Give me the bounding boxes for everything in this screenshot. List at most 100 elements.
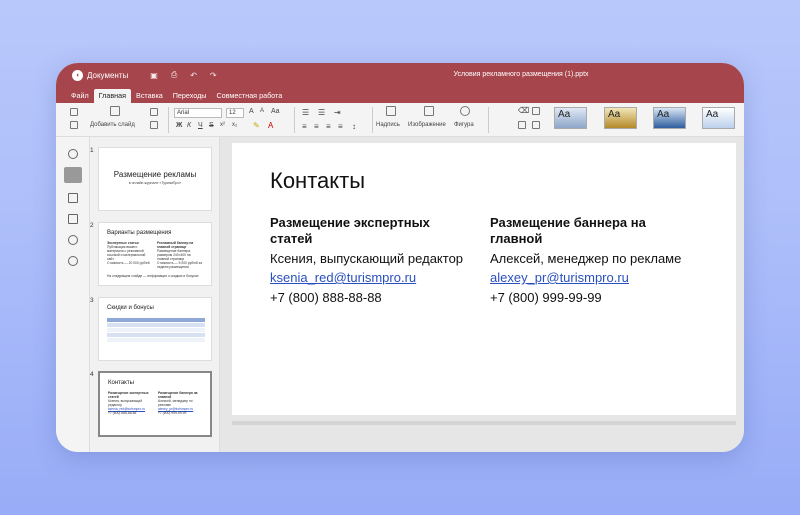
- theme-1[interactable]: Aa: [554, 107, 587, 129]
- add-slide-button[interactable]: Добавить слайд: [90, 122, 135, 128]
- thumb-col-2: Размещение баннера на главной Алексей, м…: [158, 391, 204, 415]
- align-center-icon[interactable]: ≡: [314, 122, 319, 131]
- slide-number: 1: [90, 147, 94, 154]
- shape-icon[interactable]: [460, 106, 470, 116]
- select-icon[interactable]: [532, 121, 540, 129]
- contact-name: Алексей, менеджер по рекламе: [490, 251, 682, 266]
- print-icon[interactable]: ⎙: [171, 70, 177, 80]
- font-family-select[interactable]: Arial: [174, 108, 222, 118]
- app-window: ◖ Документы ▣ ⎙ ↶ ↷ Условия рекламного р…: [56, 63, 744, 452]
- chat-icon[interactable]: [68, 214, 78, 224]
- textbox-icon[interactable]: [386, 106, 396, 116]
- slide-thumbnails: 1 Размещение рекламы в онлайн-журнале «Т…: [90, 137, 220, 452]
- thumb-col-text: Публикация вашего материала с рекламной …: [107, 245, 146, 261]
- align-objects-icon[interactable]: [518, 121, 526, 129]
- slide-editor: Контакты Размещение экспертных статей Кс…: [220, 137, 744, 452]
- add-slide-icon[interactable]: [110, 106, 120, 116]
- slide-thumbnail-2[interactable]: Варианты размещения Экспертные статьи Пу…: [98, 222, 212, 286]
- thumb-col-1: Экспертные статьи Публикация вашего мате…: [107, 241, 153, 265]
- align-right-icon[interactable]: ≡: [326, 122, 331, 131]
- superscript-icon[interactable]: x²: [220, 122, 225, 128]
- slide-title[interactable]: Контакты: [270, 168, 365, 194]
- contact-column-2[interactable]: Размещение баннера на главной Алексей, м…: [490, 215, 690, 309]
- tab-collaboration[interactable]: Совместная работа: [211, 89, 287, 103]
- font-grow-icon[interactable]: A: [249, 108, 254, 115]
- tab-transitions[interactable]: Переходы: [168, 89, 212, 103]
- indent-icon[interactable]: ⇥: [334, 108, 341, 117]
- comments-icon[interactable]: [68, 193, 78, 203]
- quick-access: ▣ ⎙ ↶ ↷: [150, 70, 216, 80]
- clear-format-icon[interactable]: ⌫: [518, 106, 529, 115]
- slide-number: 3: [90, 297, 94, 304]
- paste-icon[interactable]: [70, 121, 78, 129]
- search-icon[interactable]: [68, 149, 78, 159]
- contact-email-link[interactable]: ksenia_red@turismpro.ru: [270, 270, 470, 286]
- font-shrink-icon[interactable]: A: [260, 108, 264, 114]
- undo-icon[interactable]: ↶: [190, 71, 197, 80]
- slide-thumbnail-4[interactable]: Контакты Размещение экспертных статей Кс…: [98, 371, 212, 437]
- tab-home[interactable]: Главная: [93, 89, 132, 103]
- ribbon-tabs: Файл Главная Вставка Переходы Совместная…: [56, 87, 744, 103]
- italic-icon[interactable]: К: [187, 122, 191, 129]
- left-rail: [56, 137, 90, 452]
- shape-button[interactable]: Фигура: [454, 122, 474, 128]
- image-icon[interactable]: [424, 106, 434, 116]
- thumb-title: Размещение рекламы: [113, 170, 197, 179]
- thumb-col-name: Алексей, менеджер по рекламе: [158, 399, 193, 407]
- layout-icon[interactable]: [150, 108, 158, 116]
- slides-view-icon[interactable]: [64, 167, 82, 183]
- app-logo[interactable]: ◖ Документы: [72, 69, 129, 81]
- copy-icon[interactable]: [70, 108, 78, 116]
- theme-3[interactable]: Aa: [653, 107, 686, 129]
- theme-4[interactable]: Aa: [702, 107, 735, 129]
- thumb-col-price: Стоимость — 5 000 руб/ей за неделю разме…: [157, 261, 203, 269]
- bullets-icon[interactable]: ☰: [302, 108, 309, 117]
- thumb-title: Контакты: [108, 380, 134, 386]
- line-spacing-icon[interactable]: ↕: [352, 122, 356, 131]
- subscript-icon[interactable]: x₂: [232, 122, 237, 128]
- contact-name: Ксения, выпускающий редактор: [270, 251, 464, 266]
- thumb-col-text: Размещение баннера размером 240×400 на г…: [157, 249, 191, 261]
- change-case-icon[interactable]: Aa: [271, 108, 280, 115]
- contact-heading: Размещение баннера на главной: [490, 215, 646, 246]
- app-name: Документы: [87, 70, 129, 80]
- thumb-col-heading: Размещение баннера на главной: [158, 391, 198, 399]
- current-slide[interactable]: Контакты Размещение экспертных статей Кс…: [232, 143, 736, 415]
- thumb-col-name: Ксения, выпускающий редактор: [108, 399, 143, 407]
- documents-logo-icon: ◖: [72, 69, 83, 81]
- horizontal-scrollbar[interactable]: [232, 421, 736, 425]
- font-color-icon[interactable]: A: [268, 121, 273, 130]
- contact-column-1[interactable]: Размещение экспертных статей Ксения, вып…: [270, 215, 470, 309]
- ribbon-toolbar: Добавить слайд Arial 12 A A Aa Ж К Ч S x…: [56, 103, 744, 137]
- save-icon[interactable]: ▣: [150, 71, 158, 80]
- image-button[interactable]: Изображение: [408, 122, 446, 128]
- thumb-title: Скидки и бонусы: [107, 305, 154, 311]
- slide-thumbnail-3[interactable]: Скидки и бонусы: [98, 297, 212, 361]
- arrange-icon[interactable]: [532, 107, 540, 115]
- strike-icon[interactable]: S: [209, 122, 214, 129]
- numbering-icon[interactable]: ☰: [318, 108, 325, 117]
- slide-number: 2: [90, 222, 94, 229]
- textbox-button[interactable]: Надпись: [376, 122, 400, 128]
- contact-email-link[interactable]: alexey_pr@turismpro.ru: [490, 270, 690, 286]
- slideshow-icon[interactable]: [150, 121, 158, 129]
- slide-number: 4: [90, 371, 94, 378]
- font-size-select[interactable]: 12: [226, 108, 244, 118]
- document-title: Условия рекламного размещения (1).pptx: [453, 71, 589, 78]
- theme-2[interactable]: Aa: [604, 107, 637, 129]
- slide-thumbnail-1[interactable]: Размещение рекламы в онлайн-журнале «Тур…: [98, 147, 212, 211]
- feedback-icon[interactable]: [68, 235, 78, 245]
- title-bar: ◖ Документы ▣ ⎙ ↶ ↷ Условия рекламного р…: [56, 63, 744, 87]
- thumb-col-phone: +7 (800) 888-88-88: [108, 411, 137, 415]
- contact-phone: +7 (800) 888-88-88: [270, 290, 382, 305]
- underline-icon[interactable]: Ч: [198, 122, 203, 129]
- align-left-icon[interactable]: ≡: [302, 122, 307, 131]
- info-icon[interactable]: [68, 256, 78, 266]
- justify-icon[interactable]: ≡: [338, 122, 343, 131]
- tab-file[interactable]: Файл: [66, 89, 94, 103]
- redo-icon[interactable]: ↷: [210, 71, 217, 80]
- bold-icon[interactable]: Ж: [176, 122, 182, 129]
- tab-insert[interactable]: Вставка: [131, 89, 168, 103]
- highlight-icon[interactable]: ✎: [253, 121, 260, 130]
- contact-heading: Размещение экспертных статей: [270, 215, 430, 246]
